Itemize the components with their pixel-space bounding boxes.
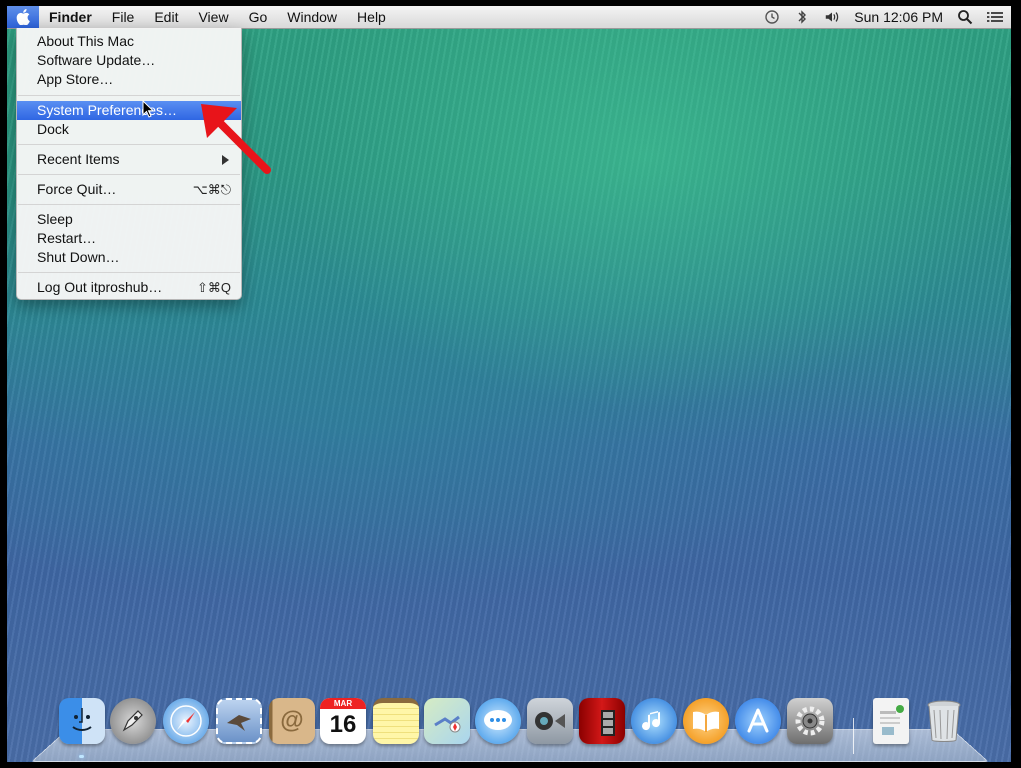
dock-launchpad-icon[interactable] — [110, 698, 156, 744]
calendar-month: MAR — [320, 698, 366, 709]
menu-item-label: Restart… — [37, 230, 97, 246]
desktop: Finder File Edit View Go Window Help Sun… — [7, 6, 1011, 762]
dock-app-store-icon[interactable] — [735, 698, 781, 744]
dock-contacts-icon[interactable]: @ — [269, 698, 315, 744]
menu-item-force-quit[interactable]: Force Quit… ⌥⌘⎋ — [17, 180, 241, 199]
menu-item-label: System Preferences… — [37, 102, 178, 118]
calendar-day: 16 — [329, 711, 357, 738]
dock-divider — [853, 718, 854, 754]
menu-separator — [18, 95, 240, 96]
mouse-pointer-icon — [142, 100, 154, 118]
menu-item-log-out[interactable]: Log Out itproshub… ⇧⌘Q — [17, 278, 241, 297]
menu-item-sleep[interactable]: Sleep — [17, 210, 241, 229]
menu-item-label: Dock — [37, 121, 69, 137]
menu-item-software-update[interactable]: Software Update… — [17, 51, 241, 70]
dock-system-preferences-icon[interactable] — [787, 698, 833, 744]
apple-logo-icon — [16, 9, 30, 25]
dock-calendar-icon[interactable]: MAR 16 — [320, 698, 366, 744]
dock-safari-icon[interactable] — [163, 698, 209, 744]
menu-view[interactable]: View — [188, 6, 238, 28]
menu-item-label: Shut Down… — [37, 249, 120, 265]
menu-file[interactable]: File — [102, 6, 145, 28]
volume-icon[interactable] — [824, 9, 840, 25]
menu-help[interactable]: Help — [347, 6, 396, 28]
menu-app-name[interactable]: Finder — [39, 6, 102, 28]
dock-trash-icon[interactable] — [921, 698, 967, 744]
spotlight-search-icon[interactable] — [957, 9, 973, 25]
menu-item-label: Log Out itproshub… — [37, 279, 163, 295]
menu-item-label: About This Mac — [37, 33, 135, 49]
dock-photo-booth-icon[interactable] — [579, 698, 625, 744]
status-area: Sun 12:06 PM — [764, 6, 1003, 28]
running-indicator — [79, 755, 84, 758]
menu-item-label: Sleep — [37, 211, 73, 227]
time-machine-icon[interactable] — [764, 9, 780, 25]
menu-edit[interactable]: Edit — [144, 6, 188, 28]
dock-notes-icon[interactable] — [373, 698, 419, 744]
dock-itunes-icon[interactable] — [631, 698, 677, 744]
annotation-arrow-icon — [201, 104, 271, 174]
dock-facetime-icon[interactable] — [527, 698, 573, 744]
dock-maps-icon[interactable] — [424, 698, 470, 744]
apple-menu-button[interactable] — [7, 6, 39, 28]
dock-ibooks-icon[interactable] — [683, 698, 729, 744]
menu-item-shortcut: ⌥⌘⎋ — [192, 182, 231, 197]
menu-item-shut-down[interactable]: Shut Down… — [17, 248, 241, 267]
menu-item-about-this-mac[interactable]: About This Mac — [17, 32, 241, 51]
dock-mail-icon[interactable] — [216, 698, 262, 744]
menu-item-app-store[interactable]: App Store… — [17, 70, 241, 89]
menu-item-label: Force Quit… — [37, 181, 117, 197]
menu-item-label: App Store… — [37, 71, 114, 87]
menu-item-shortcut: ⇧⌘Q — [196, 280, 231, 295]
notification-center-icon[interactable] — [987, 9, 1003, 25]
menu-separator — [18, 204, 240, 205]
bluetooth-icon[interactable] — [794, 9, 810, 25]
menu-item-label: Recent Items — [37, 151, 120, 167]
dock-messages-icon[interactable] — [475, 698, 521, 744]
dock-documents-stack-icon[interactable] — [873, 698, 909, 744]
menu-go[interactable]: Go — [239, 6, 278, 28]
menubar-clock[interactable]: Sun 12:06 PM — [854, 9, 943, 25]
menu-window[interactable]: Window — [277, 6, 347, 28]
menu-bar: Finder File Edit View Go Window Help Sun… — [7, 6, 1011, 29]
menu-item-restart[interactable]: Restart… — [17, 229, 241, 248]
menu-item-label: Software Update… — [37, 52, 156, 68]
dock-finder-icon[interactable] — [59, 698, 105, 744]
menu-separator — [18, 272, 240, 273]
